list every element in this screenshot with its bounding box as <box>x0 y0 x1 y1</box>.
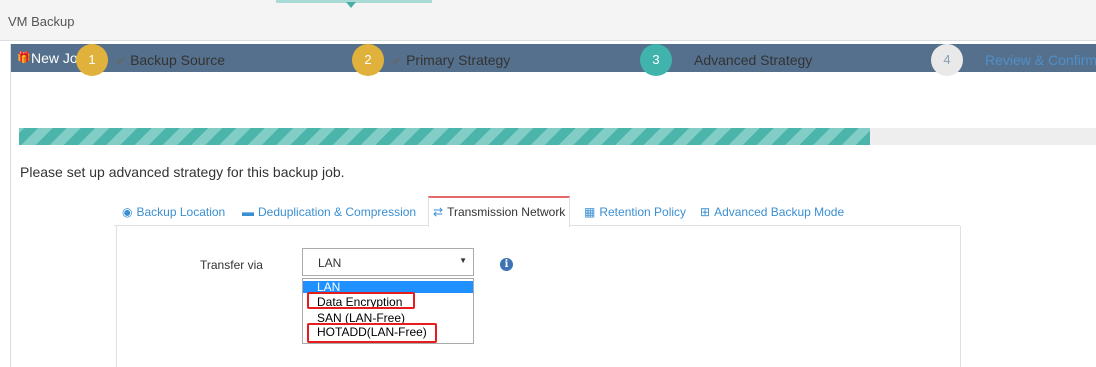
step-label: Primary Strategy <box>406 52 511 68</box>
caret-down-icon: ▼ <box>459 256 467 265</box>
check-icon: ✔ <box>392 54 403 68</box>
step-number: 1 <box>76 44 108 76</box>
info-icon[interactable]: i <box>500 258 513 271</box>
step-number: 2 <box>352 44 384 76</box>
strategy-tabs: ◉ Backup Location ▬ Deduplication & Compre… <box>114 196 960 227</box>
tab-content <box>116 226 961 367</box>
check-icon: ✔ <box>116 54 127 68</box>
grid-icon: ⊞ <box>700 205 711 219</box>
page-title: VM Backup <box>8 14 75 29</box>
step-label: Review & Confirm <box>985 52 1096 68</box>
caret-down-icon <box>346 2 356 8</box>
transfer-via-select[interactable]: LAN ▼ <box>302 248 474 276</box>
progress-fill <box>19 128 870 145</box>
wizard-progress-bar <box>19 128 1096 145</box>
exchange-icon: ⇄ <box>433 205 444 219</box>
map-pin-icon: ◉ <box>122 205 133 219</box>
trash-icon: ▦ <box>584 205 596 219</box>
step-label: Advanced Strategy <box>694 52 813 68</box>
transfer-via-label: Transfer via <box>200 258 263 272</box>
tab-retention-policy[interactable]: ▦ Retention Policy <box>584 196 686 225</box>
top-strip <box>0 0 1096 41</box>
step-number: 4 <box>931 44 963 76</box>
tab-transmission-network[interactable]: ⇄ Transmission Network <box>428 196 571 227</box>
tab-advanced-backup-mode[interactable]: ⊞ Advanced Backup Mode <box>700 196 844 225</box>
highlight-box <box>307 292 415 309</box>
highlight-box <box>307 323 437 343</box>
disk-icon: ▬ <box>242 205 254 219</box>
tab-backup-location[interactable]: ◉ Backup Location <box>122 196 225 225</box>
instruction-text: Please set up advanced strategy for this… <box>20 164 345 180</box>
tab-deduplication-compression[interactable]: ▬ Deduplication & Compression <box>242 196 416 225</box>
step-label: Backup Source <box>130 52 226 68</box>
gift-icon: 🎁 <box>17 52 31 64</box>
step-number: 3 <box>640 44 672 76</box>
selected-value: LAN <box>318 256 342 270</box>
